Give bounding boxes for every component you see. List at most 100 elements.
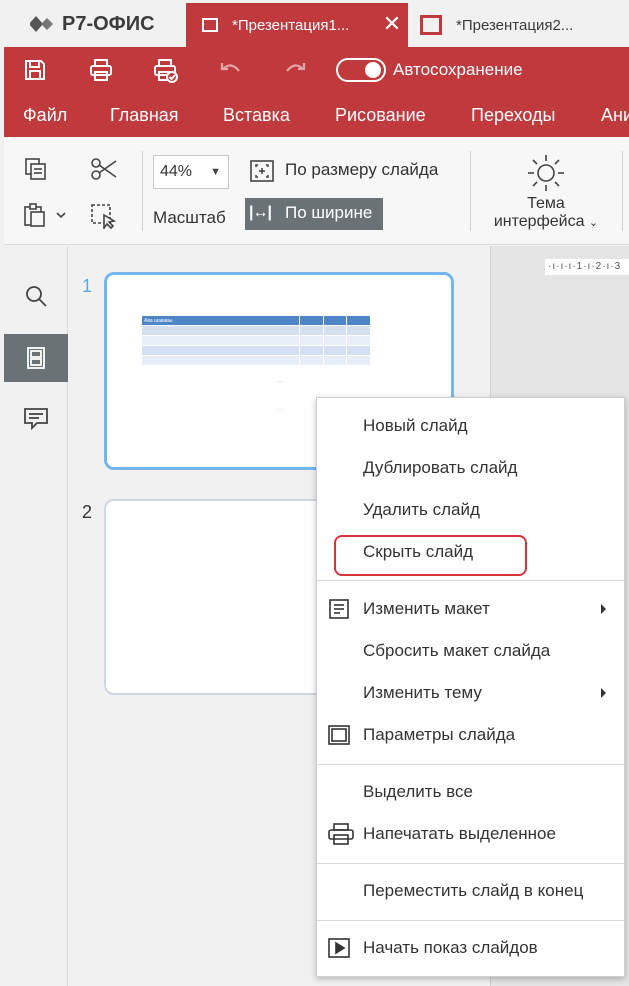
play-icon [328, 937, 350, 959]
redo-icon [286, 63, 306, 72]
save-icon [25, 60, 45, 80]
fit-width-icon: |↔| [249, 204, 272, 221]
comment-icon [24, 408, 48, 430]
slide-table: Ава шававы [140, 315, 371, 366]
menu-change-theme[interactable]: Изменить тему [317, 675, 624, 711]
print-button[interactable] [88, 57, 114, 83]
comments-button[interactable] [4, 394, 68, 442]
theme-label[interactable]: Тема интерфейса ⌄ [484, 195, 608, 232]
divider [622, 151, 623, 231]
menu-label: Переместить слайд в конец [363, 881, 584, 900]
slides-panel-button[interactable] [4, 334, 68, 382]
slide-settings-icon [328, 724, 350, 746]
horizontal-ruler: ·ı·ı·ı·1·ı·2·ı·3 [545, 259, 629, 275]
theme-label-line-2: интерфейса ⌄ [484, 213, 608, 232]
tab-label: *Презентация2... [456, 16, 574, 34]
menu-animation[interactable]: Ани [601, 105, 629, 126]
app-logo: Р7-ОФИС [30, 12, 155, 36]
undo-icon [220, 63, 240, 72]
slide-number: 2 [82, 502, 93, 522]
menu-separator [317, 580, 624, 581]
scissors-icon [91, 158, 117, 180]
undo-button[interactable] [218, 57, 244, 83]
menu-label: Дублировать слайд [363, 458, 518, 477]
autosave-label: Автосохранение [393, 60, 523, 79]
menu-change-layout[interactable]: Изменить макет [317, 591, 624, 627]
menu-slide-settings[interactable]: Параметры слайда [317, 717, 624, 753]
menu-insert[interactable]: Вставка [223, 105, 290, 126]
logo-diamond-icon [30, 16, 53, 32]
close-icon[interactable]: ✕ [382, 13, 402, 35]
menu-file[interactable]: Файл [23, 105, 67, 126]
submenu-arrow-icon [601, 604, 606, 614]
autosave-toggle[interactable] [336, 58, 386, 82]
slides-icon [27, 347, 45, 369]
menu-separator [317, 764, 624, 765]
menu-draw[interactable]: Рисование [335, 105, 426, 126]
menu-label: Начать показ слайдов [363, 938, 538, 957]
main-menu: Файл Главная Вставка Рисование Переходы … [4, 93, 629, 137]
submenu-arrow-icon [601, 688, 606, 698]
menu-duplicate-slide[interactable]: Дублировать слайд [317, 450, 624, 486]
menu-reset-layout[interactable]: Сбросить макет слайда [317, 633, 624, 669]
zoom-label: Масштаб [153, 208, 226, 227]
zoom-value: 44% [160, 163, 193, 180]
table-header-cell: Ава шававы [140, 315, 301, 326]
menu-label: Изменить макет [363, 599, 490, 618]
presentation-icon [202, 18, 218, 32]
layout-icon [328, 598, 350, 620]
redo-button[interactable] [282, 57, 308, 83]
paste-button[interactable] [22, 203, 66, 227]
menu-label: Выделить все [363, 782, 473, 801]
tab-presentation-1[interactable]: *Презентация1... ✕ [186, 3, 408, 47]
save-button[interactable] [22, 57, 48, 83]
menu-separator [317, 920, 624, 921]
menu-delete-slide[interactable]: Удалить слайд [317, 492, 624, 528]
fit-slide-button[interactable]: По размеру слайда [285, 160, 438, 180]
zoom-select[interactable]: 44% ▼ [153, 155, 229, 189]
fit-slide-icon[interactable] [249, 159, 275, 183]
menu-label: Новый слайд [363, 416, 468, 435]
slide-mark: · · [277, 379, 283, 385]
fit-width-label: По ширине [285, 203, 373, 222]
paste-icon [24, 203, 66, 227]
menu-label: Параметры слайда [363, 725, 516, 744]
menu-select-all[interactable]: Выделить все [317, 774, 624, 810]
print-icon [90, 59, 112, 81]
menu-move-to-end[interactable]: Переместить слайд в конец [317, 873, 624, 909]
menu-label: Удалить слайд [363, 500, 480, 519]
copy-button[interactable] [24, 157, 48, 181]
theme-label-text: интерфейса [493, 213, 585, 230]
slide-mark: · · [277, 407, 283, 413]
select-button[interactable] [90, 203, 118, 229]
presentation-icon [420, 15, 442, 35]
quick-print-button[interactable] [152, 57, 178, 83]
menu-transitions[interactable]: Переходы [471, 105, 555, 126]
search-button[interactable] [4, 272, 68, 320]
copy-icon [25, 158, 46, 180]
chevron-down-icon: ⌄ [588, 217, 599, 229]
divider [142, 151, 143, 231]
tab-presentation-2[interactable]: *Презентация2... [412, 3, 629, 47]
menu-new-slide[interactable]: Новый слайд [317, 408, 624, 444]
print-icon [328, 823, 354, 845]
quick-print-icon [154, 59, 178, 83]
sun-icon [528, 155, 564, 191]
ribbon: 44% ▼ Масштаб По размеру слайда |↔| По ш… [4, 137, 629, 245]
menu-print-selection[interactable]: Напечатать выделенное [317, 816, 624, 852]
fit-width-button[interactable]: |↔| По ширине [245, 198, 383, 230]
chevron-down-icon: ▼ [210, 166, 221, 178]
menu-start-slideshow[interactable]: Начать показ слайдов [317, 930, 624, 966]
menu-separator [317, 863, 624, 864]
tab-bar: Р7-ОФИС *Презентация1... ✕ *Презентация2… [0, 0, 629, 47]
search-icon [26, 286, 47, 307]
menu-label: Изменить тему [363, 683, 482, 702]
theme-button[interactable] [526, 153, 566, 193]
menu-label: Сбросить макет слайда [363, 641, 551, 660]
cut-button[interactable] [90, 157, 118, 181]
quick-access-toolbar: Автосохранение [4, 47, 629, 93]
menu-home[interactable]: Главная [110, 105, 179, 126]
menu-label: Напечатать выделенное [363, 824, 556, 843]
left-sidebar [4, 246, 68, 986]
select-icon [91, 204, 117, 229]
